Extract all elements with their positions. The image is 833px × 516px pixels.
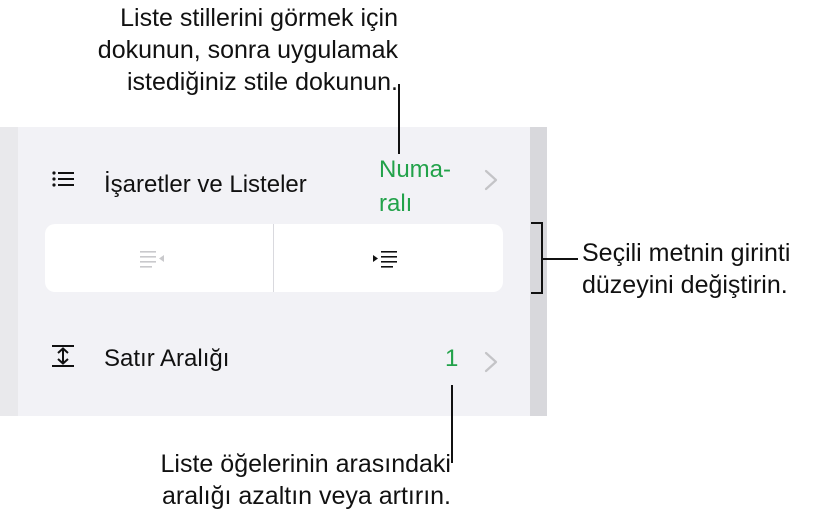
callout-line-bottom [451, 385, 453, 463]
panel-scroll-edge [530, 127, 547, 416]
callout-line: düzeyini değiştirin. [582, 271, 788, 299]
line-spacing-label: Satır Aralığı [104, 345, 230, 372]
list-style-value-line: Numa- [379, 156, 452, 183]
callout-line: istediğiniz stile dokunun. [127, 68, 398, 96]
chevron-right-icon [484, 165, 498, 199]
callout-line: Liste öğelerinin arasındaki [160, 450, 451, 478]
callout-line-spacing: Liste öğelerinin arasındaki aralığı azal… [0, 448, 451, 512]
increase-indent-button[interactable] [274, 224, 502, 292]
increase-indent-icon [373, 250, 397, 273]
callout-line: Liste stillerini görmek için [120, 4, 398, 32]
line-spacing-row[interactable]: Satır Aralığı 1 [18, 299, 530, 416]
callout-line-top [398, 84, 400, 154]
indent-segmented-control [45, 224, 503, 292]
line-spacing-value: 1 [445, 345, 459, 372]
callout-line: dokunun, sonra uygulamak [97, 36, 398, 64]
line-spacing-icon [52, 345, 74, 372]
decrease-indent-icon [140, 250, 164, 273]
callout-line: Seçili metnin girinti [582, 239, 791, 267]
callout-bracket-top [531, 222, 543, 224]
callout-bracket-bottom [531, 292, 543, 294]
callout-indent: Seçili metnin girinti düzeyini değiştiri… [582, 237, 833, 301]
list-style-value-line: ralı [379, 190, 413, 217]
callout-line: aralığı azaltın veya artırın. [161, 482, 451, 510]
list-style-value: Numa- ralı [379, 153, 451, 221]
callout-list-styles: Liste stillerini görmek için dokunun, so… [0, 2, 398, 98]
chevron-right-icon [484, 347, 498, 381]
list-bullets-icon [52, 171, 74, 192]
callout-line-right [543, 258, 578, 260]
bullets-lists-row[interactable]: İşaretler ve Listeler Numa- ralı [18, 127, 530, 219]
decrease-indent-button[interactable] [45, 224, 273, 292]
bullets-lists-label: İşaretler ve Listeler [104, 171, 307, 198]
